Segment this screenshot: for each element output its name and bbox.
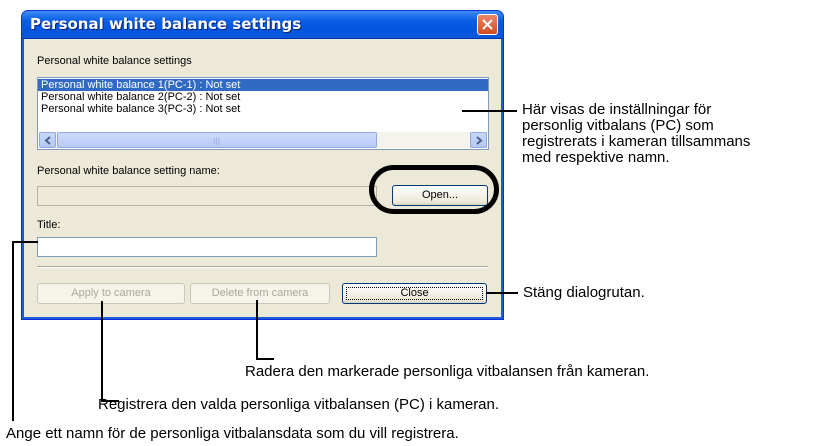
callout-line-close [486,292,518,294]
callout-line-delete-horizontal [256,358,274,360]
callout-line-1: Här visas de inställningar för [522,101,712,118]
callout-title-info: Ange ett namn för de personliga vitbalan… [6,425,459,442]
scroll-right-button[interactable] [470,132,487,148]
callout-list-info: Här visas de inställningar för personlig… [522,102,750,166]
callout-line-title-vertical [12,241,14,421]
title-bar[interactable]: Personal white balance settings [22,11,503,39]
callout-close-info: Stäng dialogrutan. [523,284,645,301]
callout-line-title-horizontal [12,241,38,243]
list-item[interactable]: Personal white balance 2(PC-2) : Not set [38,91,488,103]
delete-from-camera-button[interactable]: Delete from camera [190,283,330,304]
title-label: Title: [37,219,61,231]
close-button[interactable]: Close [342,283,487,304]
callout-line-list [462,110,517,112]
dialog-title: Personal white balance settings [30,15,302,33]
chevron-left-icon [44,136,51,145]
list-item[interactable]: Personal white balance 1(PC-1) : Not set [38,79,488,91]
open-button-highlight [369,165,499,214]
group-label: Personal white balance settings [37,55,192,67]
horizontal-scrollbar[interactable]: ||| [39,132,487,148]
setting-name-label: Personal white balance setting name: [37,165,220,177]
callout-apply-info: Registrera den valda personliga vitbalan… [98,396,500,413]
white-balance-list[interactable]: Personal white balance 1(PC-1) : Not set… [37,77,489,150]
title-input[interactable] [37,237,377,257]
callout-delete-info: Radera den markerade personliga vitbalan… [245,363,650,380]
close-icon [482,19,493,30]
close-button-label: Close [400,287,429,299]
callout-line-4: med respektive namn. [522,149,670,166]
chevron-right-icon [476,136,483,145]
close-window-button[interactable] [477,14,498,35]
callout-line-2: personlig vitbalans (PC) som [522,117,714,134]
callout-line-delete-vertical [256,300,258,360]
setting-name-field [37,186,377,206]
scroll-thumb[interactable]: ||| [57,132,377,148]
callout-line-3: registrerats i kameran tillsammans [522,133,751,150]
callout-line-apply-vertical [101,301,103,402]
divider [37,266,488,268]
apply-to-camera-button[interactable]: Apply to camera [37,283,185,304]
list-item[interactable]: Personal white balance 3(PC-3) : Not set [38,103,488,115]
scroll-left-button[interactable] [39,132,56,148]
